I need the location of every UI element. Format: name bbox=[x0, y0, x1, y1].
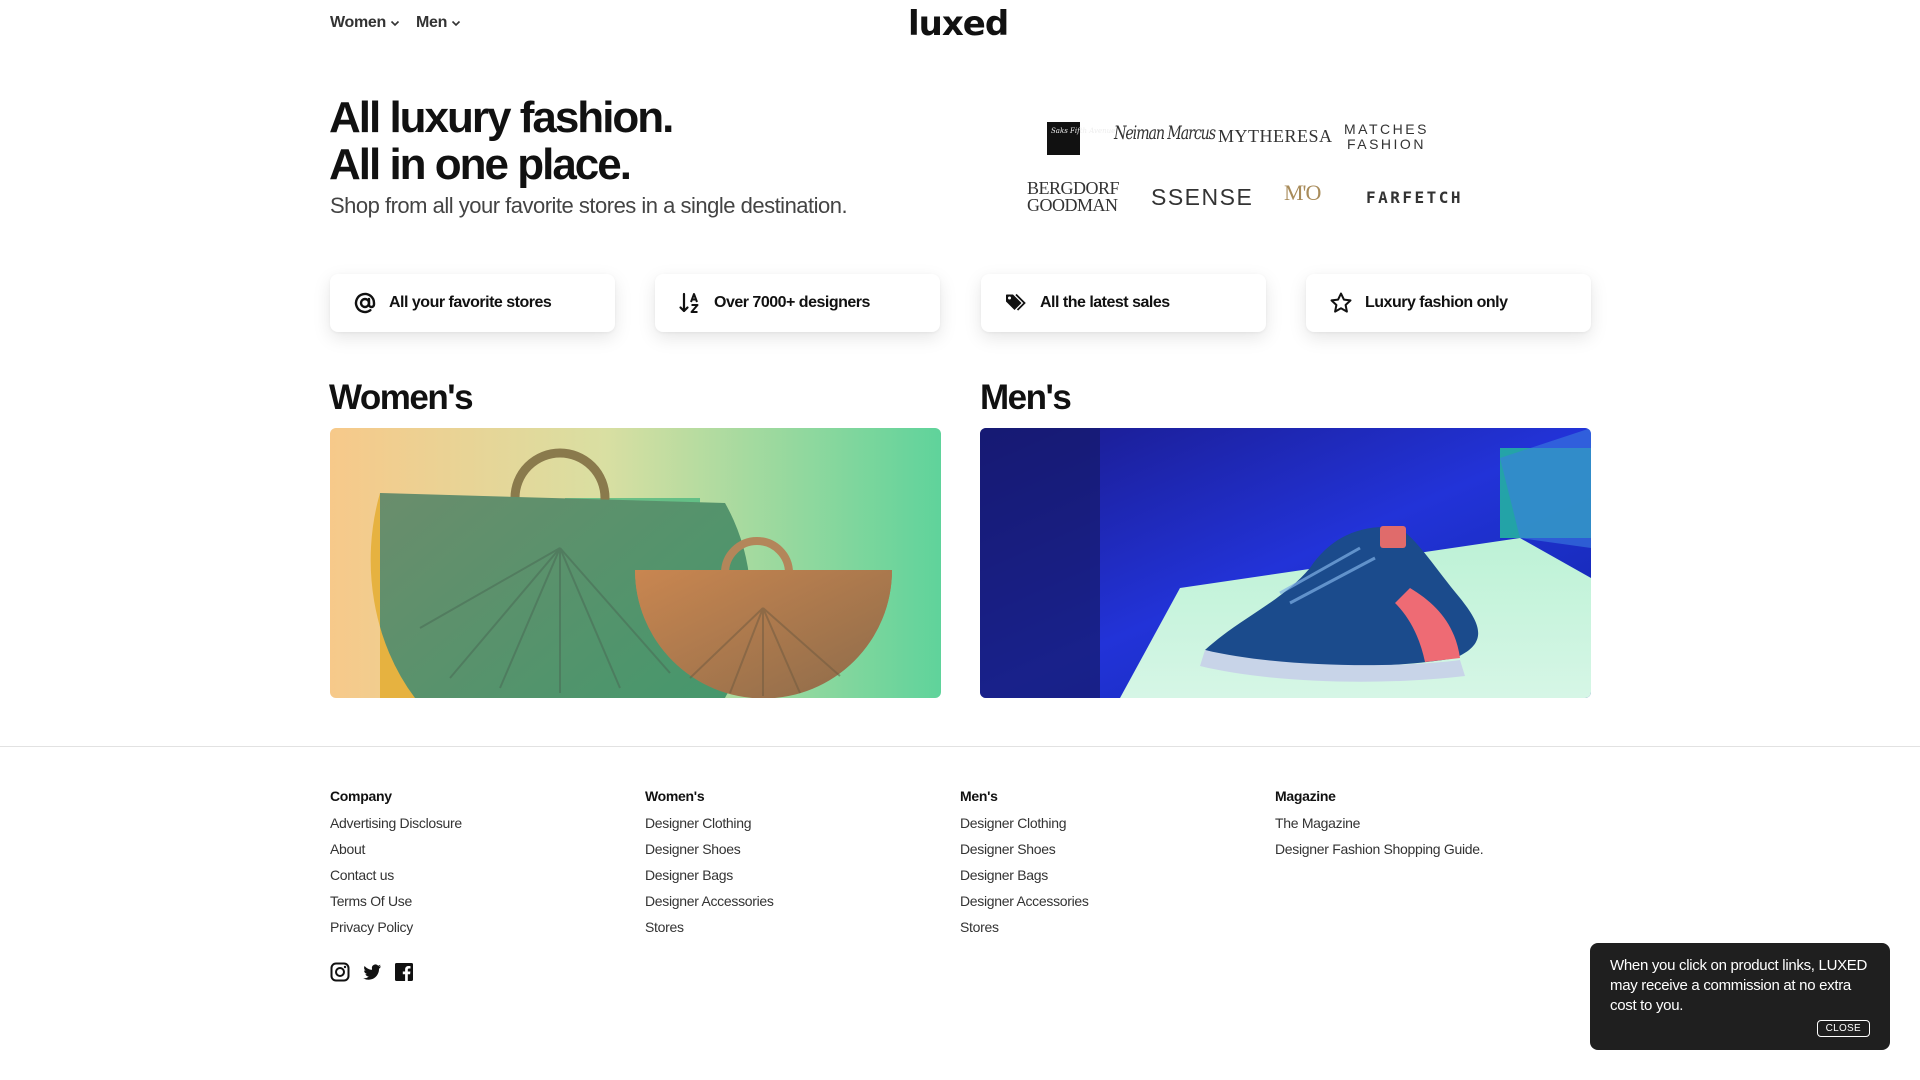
footer-link-the-magazine[interactable]: The Magazine bbox=[1275, 814, 1483, 840]
nav-men-label: Men bbox=[416, 14, 448, 31]
footer-col-magazine: Magazine The Magazine Designer Fashion S… bbox=[1275, 788, 1484, 866]
footer-link-mens-accessories[interactable]: Designer Accessories bbox=[960, 892, 1089, 918]
footer-col-company: Company Advertising Disclosure About Con… bbox=[330, 788, 462, 944]
footer-link-womens-stores[interactable]: Stores bbox=[645, 918, 774, 944]
chevron-down-icon bbox=[390, 20, 400, 27]
store-logos: Saks Fifth Avenue Neiman Marcus MYTHERES… bbox=[1020, 118, 1480, 228]
footer-heading: Magazine bbox=[1275, 788, 1336, 804]
feature-label: Over 7000+ designers bbox=[714, 294, 870, 311]
footer-col-mens: Men's Designer Clothing Designer Shoes D… bbox=[960, 788, 1089, 944]
facebook-icon[interactable] bbox=[394, 962, 414, 982]
hero-title-line2: All in one place. bbox=[329, 140, 632, 189]
nav-women-label: Women bbox=[330, 14, 386, 31]
footer-col-womens: Women's Designer Clothing Designer Shoes… bbox=[645, 788, 774, 944]
store-logo-saks: Saks Fifth Avenue bbox=[1047, 122, 1115, 155]
feature-cards: All your favorite stores Over 7000+ desi… bbox=[330, 274, 1591, 332]
close-button[interactable]: CLOSE bbox=[1816, 1020, 1870, 1037]
store-logo-neiman-marcus: Neiman Marcus bbox=[1114, 122, 1216, 144]
hero-title-line1: All luxury fashion. bbox=[329, 93, 674, 142]
feature-label: Luxury fashion only bbox=[1365, 294, 1508, 311]
store-logo-farfetch: FARFETCH bbox=[1366, 188, 1464, 207]
feature-card-stores: All your favorite stores bbox=[330, 274, 615, 332]
footer-link-advertising-disclosure[interactable]: Advertising Disclosure bbox=[330, 814, 462, 840]
hero-subtitle: Shop from all your favorite stores in a … bbox=[330, 193, 848, 218]
store-logo-matches-fashion: MATCHES FASHION bbox=[1344, 122, 1429, 152]
feature-card-luxury: Luxury fashion only bbox=[1306, 274, 1591, 332]
footer-divider bbox=[0, 746, 1920, 747]
commission-notice-text: When you click on product links, LUXED m… bbox=[1610, 957, 1868, 1014]
commission-notice: When you click on product links, LUXED m… bbox=[1590, 943, 1890, 1050]
nav-men[interactable]: Men bbox=[416, 14, 461, 32]
matches-line1: MATCHES bbox=[1344, 121, 1429, 137]
sort-alpha-icon bbox=[679, 292, 699, 313]
footer-link-terms[interactable]: Terms Of Use bbox=[330, 892, 462, 918]
at-sign-icon bbox=[354, 292, 376, 314]
instagram-icon[interactable] bbox=[330, 962, 350, 982]
chevron-down-icon bbox=[452, 20, 461, 27]
store-logo-modaoperandi: M'O bbox=[1284, 180, 1321, 205]
feature-label: All the latest sales bbox=[1040, 294, 1170, 311]
twitter-icon[interactable] bbox=[362, 962, 382, 982]
feature-label: All your favorite stores bbox=[389, 294, 552, 311]
footer-link-womens-shoes[interactable]: Designer Shoes bbox=[645, 840, 774, 866]
footer-link-mens-stores[interactable]: Stores bbox=[960, 918, 1089, 944]
womens-heading[interactable]: Women's bbox=[329, 378, 474, 418]
footer-link-womens-accessories[interactable]: Designer Accessories bbox=[645, 892, 774, 918]
feature-card-sales: All the latest sales bbox=[981, 274, 1266, 332]
footer-link-womens-clothing[interactable]: Designer Clothing bbox=[645, 814, 774, 840]
nav-women[interactable]: Women bbox=[330, 14, 400, 32]
womens-category-image[interactable] bbox=[330, 428, 941, 698]
store-logo-ssense: SSENSE bbox=[1151, 184, 1254, 210]
footer-link-privacy[interactable]: Privacy Policy bbox=[330, 918, 462, 944]
hero-title: All luxury fashion. All in one place. bbox=[329, 93, 674, 189]
mens-category-image[interactable] bbox=[980, 428, 1591, 698]
footer-link-mens-shoes[interactable]: Designer Shoes bbox=[960, 840, 1089, 866]
feature-card-designers: Over 7000+ designers bbox=[655, 274, 940, 332]
footer-link-about[interactable]: About bbox=[330, 840, 462, 866]
footer-heading: Company bbox=[330, 788, 392, 804]
footer-heading: Women's bbox=[645, 788, 705, 804]
footer-link-mens-clothing[interactable]: Designer Clothing bbox=[960, 814, 1089, 840]
handbags-image bbox=[330, 428, 941, 698]
footer-link-shopping-guide[interactable]: Designer Fashion Shopping Guide. bbox=[1275, 840, 1484, 866]
bergdorf-line2: GOODMAN bbox=[1027, 195, 1118, 215]
tags-icon bbox=[1006, 293, 1026, 311]
store-logo-bergdorf-goodman: BERGDORF GOODMAN bbox=[1027, 179, 1120, 215]
footer-heading: Men's bbox=[960, 788, 998, 804]
footer-link-womens-bags[interactable]: Designer Bags bbox=[645, 866, 774, 892]
matches-line2: FASHION bbox=[1346, 136, 1426, 152]
footer-link-mens-bags[interactable]: Designer Bags bbox=[960, 866, 1089, 892]
site-header: Women Men luxed bbox=[0, 0, 1920, 50]
site-logo[interactable]: luxed bbox=[908, 4, 1009, 44]
mens-heading[interactable]: Men's bbox=[980, 378, 1072, 418]
store-logo-mytheresa: MYTHERESA bbox=[1218, 126, 1333, 146]
sneaker-image bbox=[980, 428, 1591, 698]
star-icon bbox=[1330, 292, 1352, 313]
social-links bbox=[330, 962, 414, 982]
main-nav: Women Men bbox=[330, 14, 461, 32]
footer-link-contact[interactable]: Contact us bbox=[330, 866, 462, 892]
